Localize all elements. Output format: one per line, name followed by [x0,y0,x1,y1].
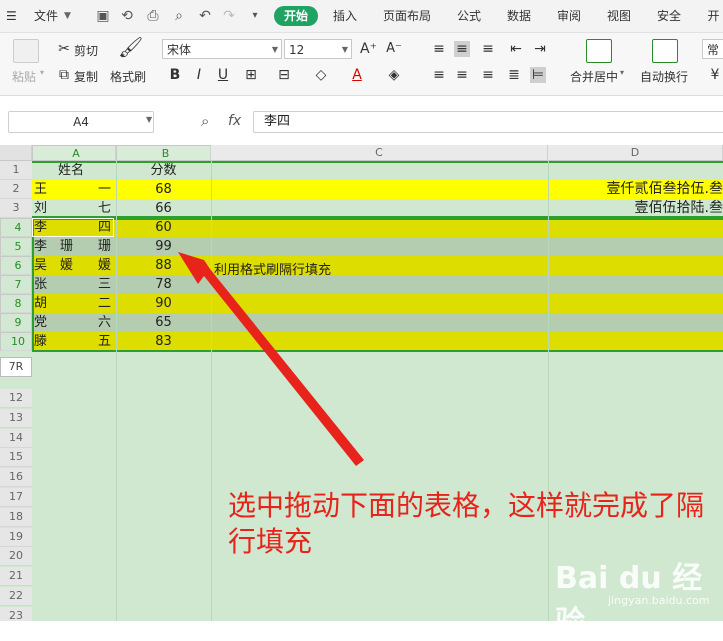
baidu-watermark-url: jingyan.baidu.com [608,594,710,607]
annotation-large: 选中拖动下面的表格，这样就完成了隔行填充 [228,489,705,558]
